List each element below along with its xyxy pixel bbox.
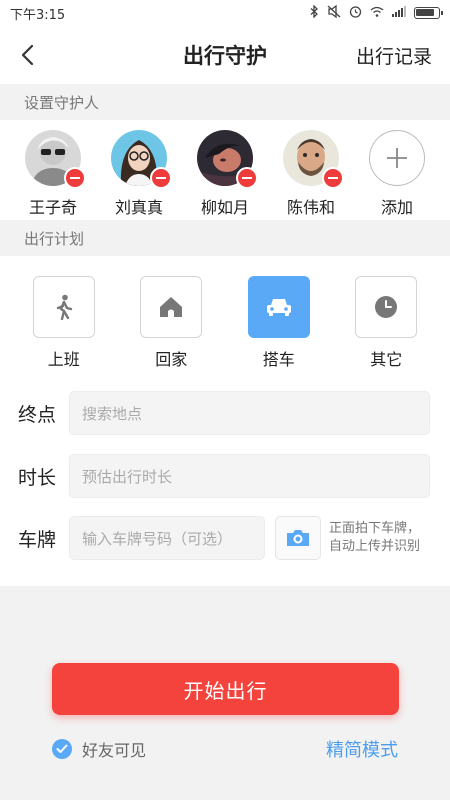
friends-visible-toggle[interactable]: 好友可见 [52, 737, 146, 761]
status-icons [310, 4, 443, 21]
mode-label: 上班 [47, 350, 80, 369]
minus-icon [156, 176, 166, 180]
remove-guardian-button[interactable] [236, 167, 258, 189]
guardian-item[interactable]: 刘真真 [104, 130, 174, 218]
add-guardian-button[interactable]: 添加 [362, 130, 432, 218]
start-trip-button[interactable]: 开始出行 [52, 663, 399, 715]
bluetooth-icon [310, 4, 319, 21]
guardian-name: 陈伟和 [286, 198, 335, 217]
minus-icon [328, 176, 338, 180]
trip-mode-selector: 上班 回家 搭车 其它 [0, 256, 450, 370]
destination-input[interactable]: 搜索地点 [69, 391, 430, 435]
plan-section-header: 出行计划 [0, 220, 450, 256]
mode-ride[interactable]: 搭车 [239, 276, 319, 370]
mode-icon-box [247, 276, 310, 338]
add-circle [369, 130, 425, 186]
back-button[interactable] [18, 40, 48, 70]
mode-label: 回家 [155, 350, 188, 369]
alarm-icon [349, 5, 362, 21]
duration-row: 时长 预估出行时长 [18, 454, 430, 498]
clock-icon [375, 296, 398, 318]
plate-hint-line1: 正面拍下车牌， [329, 521, 421, 536]
home-icon [160, 297, 183, 317]
trip-plan-panel: 上班 回家 搭车 其它 终点 搜索地点 时长 预估出行时长 车牌 输入车牌号码（… [0, 256, 450, 586]
remove-guardian-button[interactable] [64, 167, 86, 189]
mode-label: 其它 [370, 350, 403, 369]
guardian-name: 柳如月 [200, 198, 249, 217]
mode-icon-box [140, 276, 203, 338]
guardian-name: 王子奇 [28, 198, 77, 217]
status-bar: 下午3:15 [0, 0, 450, 26]
duration-input[interactable]: 预估出行时长 [69, 454, 430, 498]
simple-mode-link[interactable]: 精简模式 [326, 736, 398, 762]
walking-icon [56, 294, 72, 320]
signal-icon [392, 6, 406, 20]
minus-icon [242, 176, 252, 180]
trip-records-link[interactable]: 出行记录 [356, 42, 432, 69]
remove-guardian-button[interactable] [150, 167, 172, 189]
mode-commute[interactable]: 上班 [24, 276, 104, 370]
remove-guardian-button[interactable] [322, 167, 344, 189]
mode-label: 搭车 [262, 350, 295, 369]
status-time: 下午3:15 [10, 7, 66, 23]
guardian-item[interactable]: 陈伟和 [276, 130, 346, 218]
plus-icon [387, 148, 407, 168]
mode-other[interactable]: 其它 [346, 276, 426, 370]
guardian-name: 刘真真 [114, 198, 163, 217]
mute-icon [327, 4, 341, 21]
wifi-icon [370, 6, 384, 20]
duration-label: 时长 [18, 466, 57, 489]
add-guardian-label: 添加 [380, 198, 413, 217]
plate-label: 车牌 [18, 528, 57, 551]
camera-button[interactable] [275, 516, 321, 560]
camera-icon [287, 530, 309, 546]
mode-home[interactable]: 回家 [131, 276, 211, 370]
chevron-left-icon [21, 44, 34, 66]
plate-input[interactable]: 输入车牌号码（可选） [69, 516, 265, 560]
plate-hint: 正面拍下车牌， 自动上传并识别 [329, 520, 420, 556]
guardian-item[interactable]: 柳如月 [190, 130, 260, 218]
car-icon [266, 299, 291, 316]
minus-icon [70, 176, 80, 180]
guardian-item[interactable]: 王子奇 [18, 130, 88, 218]
destination-label: 终点 [18, 403, 57, 426]
nav-bar: 出行守护 出行记录 [0, 26, 450, 84]
guardians-section-header: 设置守护人 [0, 84, 450, 120]
destination-row: 终点 搜索地点 [18, 391, 430, 435]
guardian-list: 王子奇 刘真真 柳如月 陈伟和 添加 [0, 120, 450, 220]
bottom-options: 好友可见 精简模式 [52, 736, 398, 762]
plate-row: 车牌 输入车牌号码（可选） 正面拍下车牌， 自动上传并识别 [18, 516, 430, 560]
plate-hint-line2: 自动上传并识别 [329, 539, 421, 554]
mode-icon-box [355, 276, 418, 338]
mode-icon-box [32, 276, 95, 338]
friends-visible-label: 好友可见 [82, 741, 147, 760]
check-icon [52, 739, 72, 759]
battery-icon [414, 7, 443, 19]
